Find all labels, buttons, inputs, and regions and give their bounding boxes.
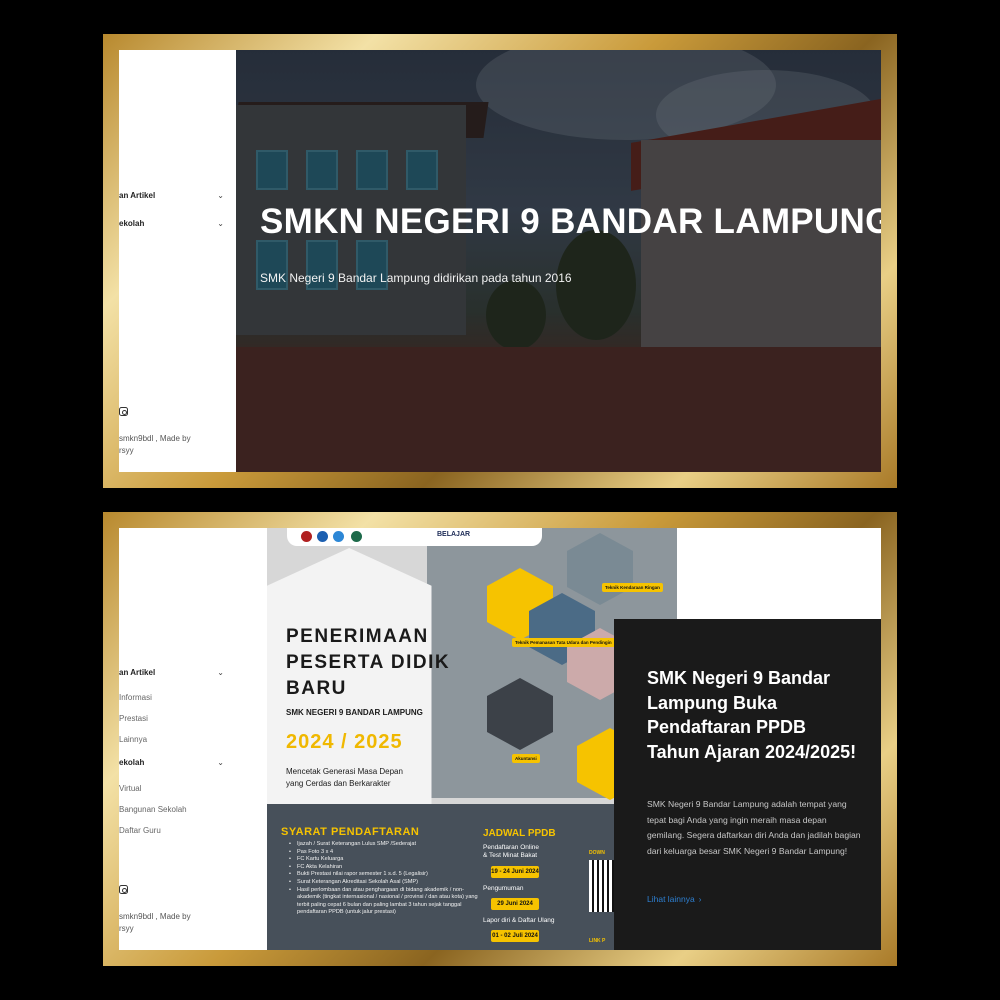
sidebar-subitem-prestasi[interactable]: Prestasi [119,714,148,723]
poster-logo-bar: BELAJAR [287,528,542,546]
jadwal-label: Lapor diri & Daftar Ulang [483,917,555,924]
logo-icon [317,531,328,542]
instagram-icon[interactable] [119,885,128,894]
chevron-down-icon: ⌄ [217,191,224,200]
footer-line-1: smkn9bdl , Made by [119,912,191,921]
chevron-down-icon: ⌄ [217,668,224,677]
syarat-title: SYARAT PENDAFTARAN [281,826,420,838]
logo-text: BELAJAR [437,531,471,538]
download-label: DOWN [589,850,605,856]
hex-label: Akuntansi [512,754,540,763]
card-title[interactable]: SMK Negeri 9 Bandar Lampung Buka Pendaft… [647,666,862,764]
sidebar-item-label: ekolah [119,219,145,228]
footer-line-2: rsyy [119,924,134,933]
poster-tagline-2: yang Cerdas dan Berkarakter [286,779,391,788]
qr-code-icon [589,860,617,912]
read-more-link[interactable]: Lihat lainnya › [647,894,701,904]
hex-label: Teknik Kendaraan Ringan [602,583,663,592]
logo-icon [301,531,312,542]
sidebar-item-label: ekolah [119,758,145,767]
syarat-list: Ijazah / Surat Keterangan Lulus SMP /Sed… [289,841,479,917]
sidebar: an Artikel ⌄ Informasi Prestasi Lainnya … [119,528,236,950]
list-item: Hasil perlombaan dan atau penghargaan di… [289,887,479,917]
instagram-icon[interactable] [119,407,128,416]
bottom-screenshot-frame: an Artikel ⌄ Informasi Prestasi Lainnya … [103,512,897,966]
footer-credit: smkn9bdl , Made by rsyy [119,433,191,457]
list-item: FC Kartu Keluarga [289,856,479,864]
jadwal-date: 29 Juni 2024 [491,898,539,910]
link-label: LINK P [589,938,606,944]
poster-title-line-3: BARU [286,678,347,699]
sidebar-subitem-virtual[interactable]: Virtual [119,784,142,793]
sidebar-item-label: an Artikel [119,191,156,200]
chevron-down-icon: ⌄ [217,758,224,767]
list-item: Pas Foto 3 x 4 [289,849,479,857]
sidebar-item-artikel[interactable]: an Artikel ⌄ [119,668,224,677]
chevron-right-icon: › [698,895,702,904]
read-more-label: Lihat lainnya [647,894,695,904]
card-description: SMK Negeri 9 Bandar Lampung adalah tempa… [647,799,861,856]
poster-title-line-1: PENERIMAAN [286,626,429,647]
list-item: FC Akta Kelahiran [289,864,479,872]
sidebar: an Artikel ⌄ ekolah ⌄ smkn9bdl , Made by… [119,50,236,472]
sidebar-item-label: an Artikel [119,668,156,677]
chevron-down-icon: ⌄ [217,219,224,228]
hero-banner: SMKN NEGERI 9 BANDAR LAMPUNG SMK Negeri … [236,50,881,472]
poster-title-line-2: PESERTA DIDIK [286,652,451,673]
hex-label: Teknik Pemanasan Tata Udara dan Pendingi… [512,638,615,647]
hero-overlay [236,50,881,472]
sidebar-item-sekolah[interactable]: ekolah ⌄ [119,758,224,767]
news-card: SMK Negeri 9 Bandar Lampung Buka Pendaft… [614,619,881,950]
jadwal-title: JADWAL PPDB [483,828,556,839]
footer-line-1: smkn9bdl , Made by [119,434,191,443]
jadwal-date: 01 - 02 Juli 2024 [491,930,539,942]
logo-icon [333,531,344,542]
jadwal-label: Pengumuman [483,885,524,892]
list-item: Ijazah / Surat Keterangan Lulus SMP /Sed… [289,841,479,849]
top-screen: an Artikel ⌄ ekolah ⌄ smkn9bdl , Made by… [119,50,881,472]
footer-line-2: rsyy [119,446,134,455]
hero-subtitle: SMK Negeri 9 Bandar Lampung didirikan pa… [260,271,572,285]
sidebar-subitem-informasi[interactable]: Informasi [119,693,152,702]
sidebar-subitem-bangunan[interactable]: Bangunan Sekolah [119,805,187,814]
sidebar-subitem-lainnya[interactable]: Lainnya [119,735,147,744]
poster-tagline-1: Mencetak Generasi Masa Depan [286,767,403,776]
logo-icon [351,531,362,542]
list-item: Bukti Prestasi nilai rapor semester 1 s.… [289,871,479,879]
jadwal-label: Pendaftaran Online & Test Minat Bakat [483,844,540,859]
sidebar-item-sekolah[interactable]: ekolah ⌄ [119,219,224,228]
top-screenshot-frame: an Artikel ⌄ ekolah ⌄ smkn9bdl , Made by… [103,34,897,488]
footer-credit: smkn9bdl , Made by rsyy [119,911,191,935]
sidebar-item-artikel[interactable]: an Artikel ⌄ [119,191,224,200]
jadwal-date: 19 - 24 Juni 2024 [491,866,539,878]
hero-title: SMKN NEGERI 9 BANDAR LAMPUNG [260,202,881,241]
sidebar-subitem-guru[interactable]: Daftar Guru [119,826,161,835]
list-item: Surat Keterangan Akreditasi Sekolah Asal… [289,879,479,887]
poster-year: 2024 / 2025 [286,731,403,753]
poster-school-name: SMK NEGERI 9 BANDAR LAMPUNG [286,708,423,717]
bottom-screen: an Artikel ⌄ Informasi Prestasi Lainnya … [119,528,881,950]
